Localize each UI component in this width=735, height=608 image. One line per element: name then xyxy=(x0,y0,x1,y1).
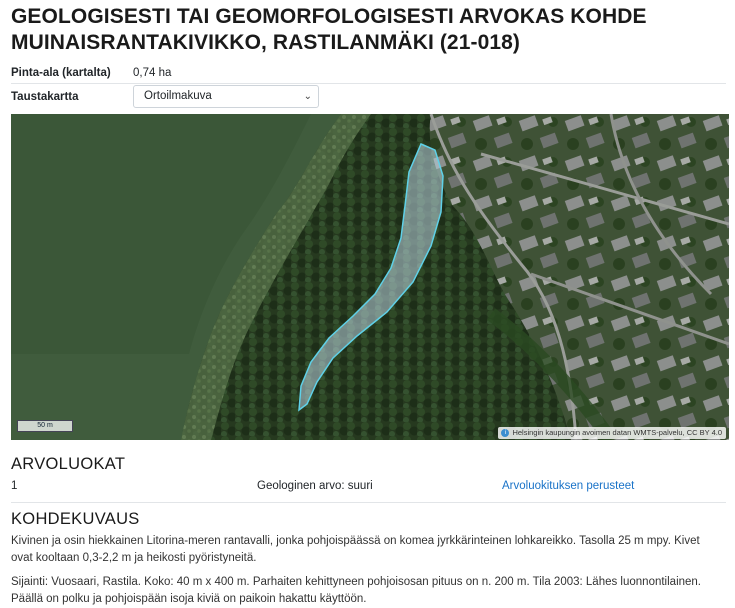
map-view[interactable]: 50 m i Helsingin kaupungin avoimen datan… xyxy=(11,114,729,440)
classification-criteria-link[interactable]: Arvoluokituksen perusteet xyxy=(502,480,634,492)
kohdekuvaus-heading: KOHDEKUVAUS xyxy=(11,510,140,528)
divider xyxy=(11,83,726,84)
basemap-select[interactable]: Ortoilmakuva ⌄ xyxy=(133,85,319,108)
basemap-label: Taustakartta xyxy=(11,91,79,103)
area-value: 0,74 ha xyxy=(133,67,172,79)
scale-bar: 50 m xyxy=(17,420,73,432)
arvoluokat-heading: ARVOLUOKAT xyxy=(11,455,126,473)
divider xyxy=(11,502,726,503)
class-number: 1 xyxy=(11,480,18,492)
area-label: Pinta-ala (kartalta) xyxy=(11,67,111,79)
attribution-text: Helsingin kaupungin avoimen datan WMTS-p… xyxy=(512,428,722,437)
chevron-down-icon: ⌄ xyxy=(303,91,312,102)
description-paragraph: Kivinen ja osin hiekkainen Litorina-mere… xyxy=(11,535,700,564)
basemap-selected-value: Ortoilmakuva xyxy=(144,90,212,102)
info-icon: i xyxy=(501,429,510,437)
class-description: Geologinen arvo: suuri xyxy=(257,480,373,492)
aerial-image xyxy=(11,114,729,440)
page-title: GEOLOGISESTI TAI GEOMORFOLOGISESTI ARVOK… xyxy=(11,5,647,54)
map-attribution[interactable]: i Helsingin kaupungin avoimen datan WMTS… xyxy=(498,427,726,439)
